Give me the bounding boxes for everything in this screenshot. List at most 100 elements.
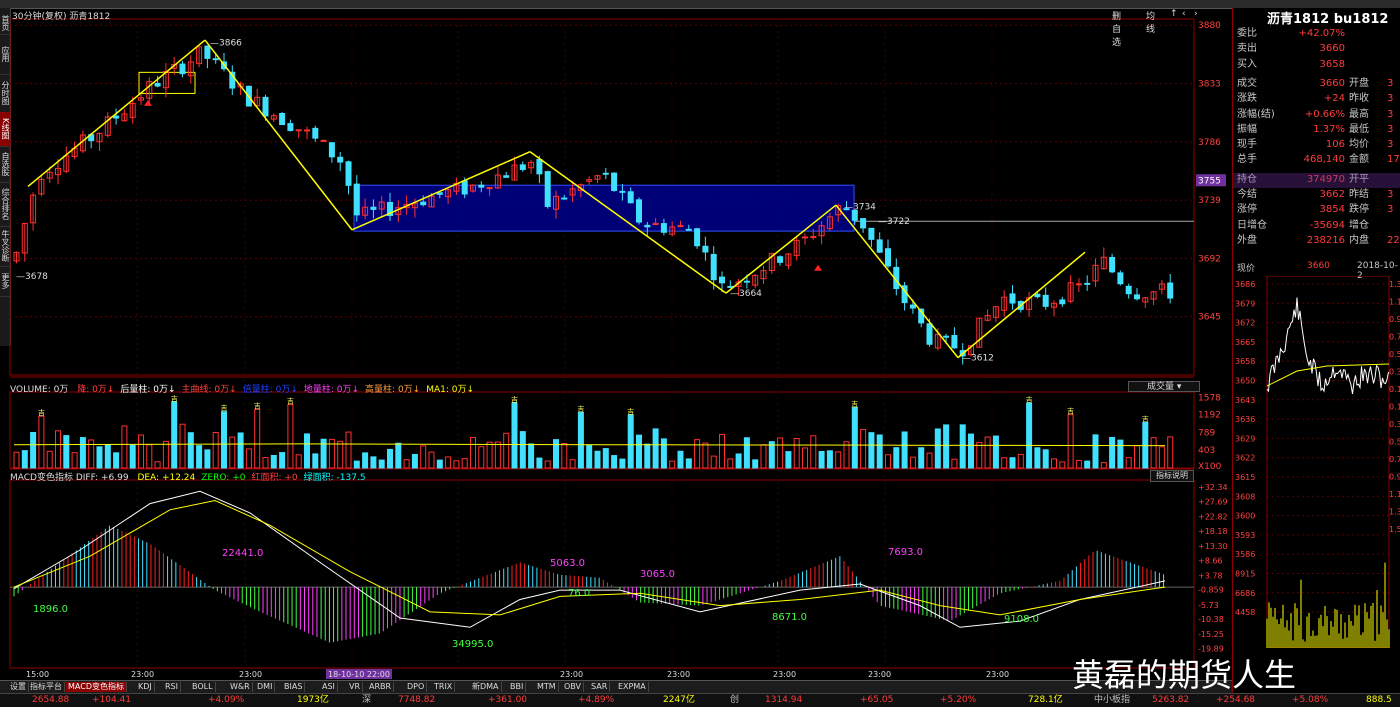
volume-bar (519, 431, 526, 469)
indicator-tab-8[interactable]: BIAS (282, 682, 306, 692)
volume-bar (1150, 437, 1157, 469)
mini-axis-right-tick: 1.3 (1389, 280, 1400, 289)
quote-value: 3658 (1319, 58, 1345, 70)
volume-marker: 吉 (577, 405, 584, 413)
indicator-tab-15[interactable]: BBI (508, 682, 527, 692)
indicator-tab-2[interactable]: MACD变色指标 (66, 682, 127, 692)
indicator-tab-7[interactable]: DMI (255, 682, 276, 692)
price-annotation: —3678 (16, 272, 48, 282)
candle-body (602, 172, 609, 175)
intraday-mini-chart[interactable]: 3686 3679 3672 3665 3658 3650 3643 3636 3629 3622… (1233, 276, 1400, 648)
volume-legend-item: 高量柱: 0万↓ (365, 385, 421, 395)
status-item: +65.05 (860, 695, 894, 705)
candle-body (179, 63, 186, 75)
indicator-tab-16[interactable]: MTM (535, 682, 559, 692)
volume-bar (179, 423, 186, 469)
status-item: 1973亿 (297, 695, 329, 705)
volume-select-button[interactable]: 成交量 ▾ (1128, 381, 1200, 392)
quote-row: 今结 3662 昨结 3 (1237, 187, 1400, 202)
volume-bar (55, 430, 61, 469)
volume-bar (768, 441, 775, 469)
chart-canvas[interactable]: 3880 3833 3786 3739 3692 3645 3755 —3866 —3678 —3… (0, 0, 1232, 693)
time-axis-tick: 23:00 (986, 670, 1009, 679)
volume-bar (387, 448, 393, 469)
volume-bar (553, 439, 559, 469)
chart-toolbar-btn-3[interactable]: ‹ (1182, 9, 1186, 19)
quote-key-2: 增仓 (1349, 219, 1369, 231)
volume-bar (752, 459, 759, 469)
indicator-tab-14[interactable]: 新DMA (470, 682, 502, 692)
volume-bar (420, 445, 427, 469)
candle-body (519, 164, 526, 170)
candle-body (876, 239, 883, 253)
candle-body (544, 171, 551, 207)
chart-toolbar-btn-0[interactable]: 删自选 (1112, 9, 1121, 48)
status-item: 深 (362, 695, 372, 705)
chart-toolbar-btn-2[interactable]: ↑ (1170, 9, 1178, 19)
mini-axis-tick: 3600 (1235, 512, 1255, 521)
volume-bar (719, 433, 725, 469)
volume-bar (544, 460, 551, 469)
candle-body (461, 180, 468, 195)
indicator-tab-5[interactable]: BOLL (190, 682, 216, 692)
volume-bar (478, 446, 485, 469)
volume-bar (909, 456, 916, 469)
mini-axis-tick: 3650 (1235, 377, 1255, 386)
candle-body (627, 191, 634, 204)
volume-header: VOLUME: 0万 降: 0万↓ 后量柱: 0万↓ 主曲线: 0万↓ 倍量柱: 0万… (10, 382, 474, 395)
indicator-tab-6[interactable]: W&R (228, 682, 253, 692)
indicator-tab-12[interactable]: DPO (405, 682, 428, 692)
indicator-tab-1[interactable]: 指标平台 (28, 682, 65, 692)
status-item: +5.08% (1292, 695, 1329, 705)
volume-bar (46, 450, 53, 469)
candle-body (702, 245, 709, 253)
quote-key-2: 开盘 (1349, 77, 1369, 89)
volume-axis-tick: 1578 (1198, 393, 1221, 403)
volume-select-label: 成交量 (1147, 382, 1175, 392)
quote-value-2: 3 (1387, 139, 1394, 151)
indicator-tab-0[interactable]: 设置 (8, 682, 29, 692)
volume-bar (1167, 436, 1174, 469)
quote-key: 现手 (1237, 139, 1257, 151)
indicator-tabs: 设置 指标平台 MACD变色指标 KDJ RSI BOLL W&R DMI BIAS ASI VR A… (0, 680, 1232, 693)
macd-legend-item: 绿面积: -137.5 (303, 473, 366, 483)
volume-bar (395, 442, 402, 469)
status-item: +104.41 (92, 695, 132, 705)
time-axis-tick: 23:00 (239, 670, 262, 679)
indicator-tab-18[interactable]: SAR (589, 682, 611, 692)
indicator-help-button[interactable]: 指标说明 (1150, 470, 1194, 482)
quote-row: 涨停 3854 跌停 3 (1237, 202, 1400, 217)
candle-body (636, 199, 642, 223)
volume-bar (636, 434, 642, 469)
quote-key: 卖出 (1237, 43, 1257, 55)
status-item: 728.1亿 (1028, 695, 1063, 705)
macd-axis-tick: -0.859 (1198, 586, 1224, 595)
chart-toolbar-btn-1[interactable]: 均线 (1146, 9, 1155, 35)
time-axis-tick: 23:00 (667, 670, 690, 679)
indicator-tab-9[interactable]: ASI (320, 682, 338, 692)
candle-body (1075, 283, 1082, 286)
indicator-tab-10[interactable]: VR (347, 682, 364, 692)
mini-axis-tick: 3608 (1235, 492, 1255, 501)
indicator-tab-11[interactable]: ARBR (367, 682, 395, 692)
mini-axis-right-tick: 0.1 (1389, 385, 1400, 394)
candle-body (486, 187, 493, 190)
volume-bar (959, 424, 966, 469)
indicator-tab-13[interactable]: TRIX (432, 682, 456, 692)
volume-bar (187, 432, 194, 469)
chart-toolbar-btn-4[interactable]: › (1194, 9, 1198, 19)
mini-axis-tick: 3629 (1235, 434, 1255, 443)
indicator-tab-17[interactable]: OBV (562, 682, 585, 692)
candle-body (943, 335, 950, 338)
indicator-tab-19[interactable]: EXPMA (616, 682, 649, 692)
quote-key-2: 最低 (1349, 123, 1369, 135)
indicator-tab-3[interactable]: KDJ (136, 682, 155, 692)
quote-value-2: 3 (1387, 204, 1394, 216)
signal-arrow-icon (144, 99, 152, 106)
indicator-tab-4[interactable]: RSI (163, 682, 181, 692)
status-item: 2654.88 (32, 695, 70, 705)
mini-axis-tick: 3665 (1235, 338, 1255, 347)
candle-body (926, 323, 933, 345)
volume-bar (685, 458, 692, 469)
volume-bar (113, 452, 120, 469)
